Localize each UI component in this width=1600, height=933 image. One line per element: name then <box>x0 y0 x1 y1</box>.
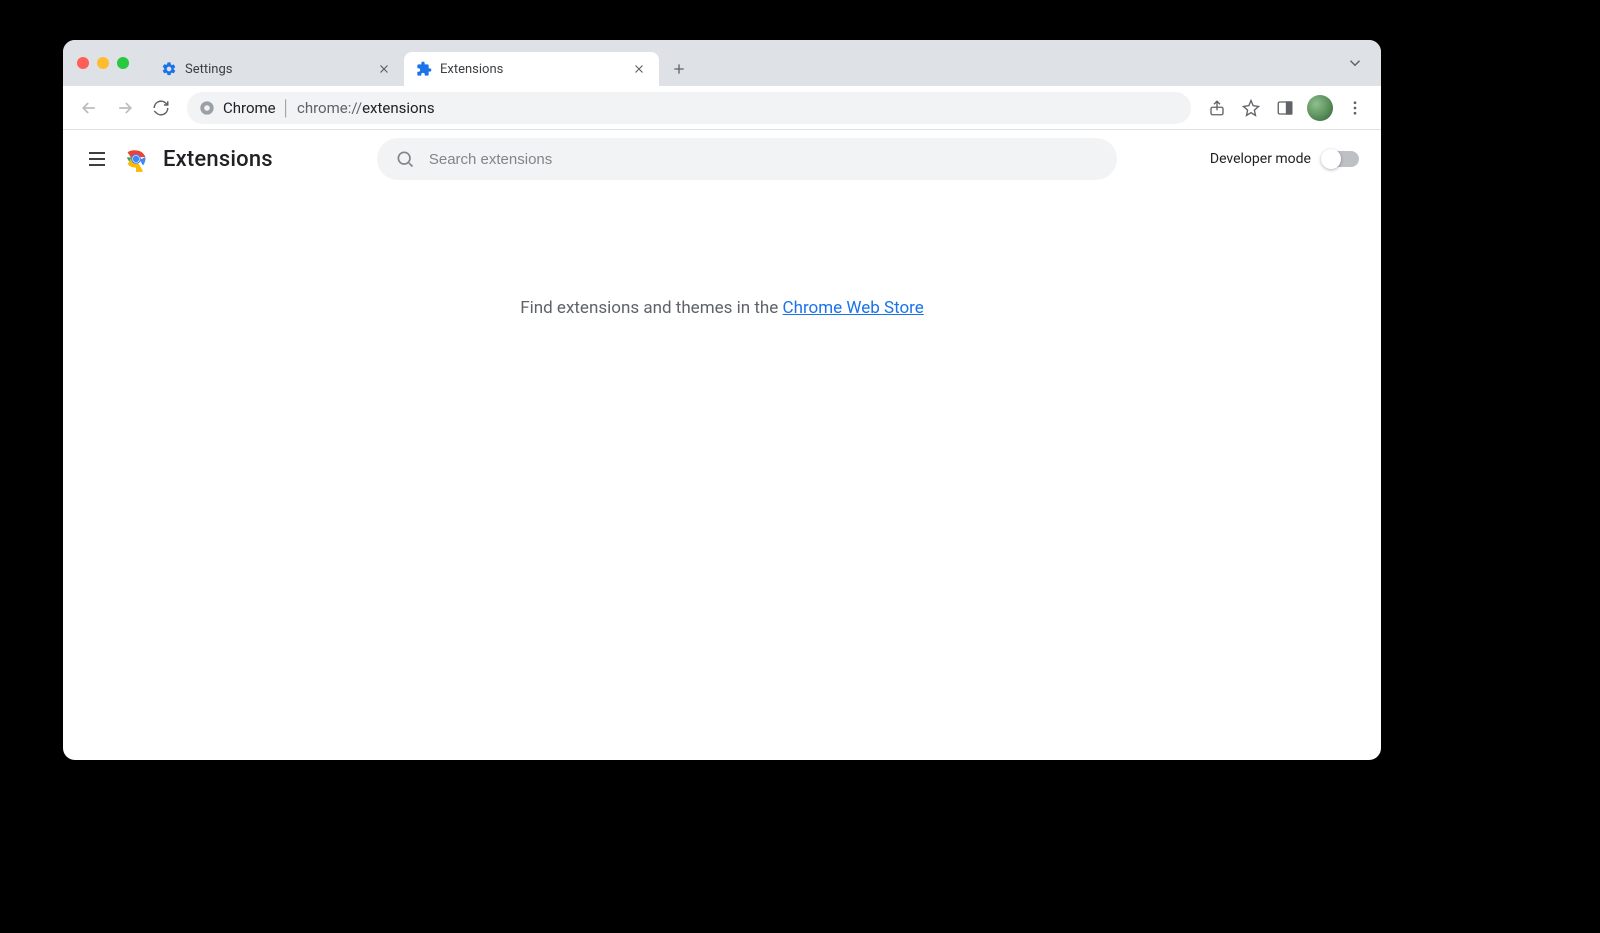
tab-extensions[interactable]: Extensions <box>404 52 659 86</box>
chrome-web-store-link[interactable]: Chrome Web Store <box>783 298 924 318</box>
browser-window: Settings Extensions <box>63 40 1381 760</box>
tabs-dropdown-button[interactable] <box>1341 49 1369 77</box>
menu-icon[interactable] <box>85 147 109 171</box>
menu-button[interactable] <box>1339 92 1371 124</box>
back-button[interactable] <box>73 92 105 124</box>
url-display: Chrome │ chrome://extensions <box>223 99 435 117</box>
chrome-site-icon <box>199 100 215 116</box>
page-header: Extensions Developer mode <box>63 130 1381 188</box>
close-tab-button[interactable] <box>631 61 647 77</box>
search-icon <box>395 149 415 169</box>
tab-label: Settings <box>185 62 368 77</box>
extensions-search[interactable] <box>377 138 1117 180</box>
new-tab-button[interactable] <box>665 55 693 83</box>
url-origin: Chrome <box>223 99 276 117</box>
sidepanel-button[interactable] <box>1269 92 1301 124</box>
toolbar: Chrome │ chrome://extensions <box>63 86 1381 130</box>
search-input[interactable] <box>429 151 1099 168</box>
tab-label: Extensions <box>440 62 623 77</box>
address-bar[interactable]: Chrome │ chrome://extensions <box>187 92 1191 124</box>
tab-settings[interactable]: Settings <box>149 52 404 86</box>
forward-button[interactable] <box>109 92 141 124</box>
bookmark-button[interactable] <box>1235 92 1267 124</box>
reload-button[interactable] <box>145 92 177 124</box>
developer-mode-toggle[interactable] <box>1323 151 1359 167</box>
window-controls <box>77 40 149 86</box>
toolbar-actions <box>1201 92 1371 124</box>
page-content: Find extensions and themes in the Chrome… <box>63 188 1381 318</box>
gear-icon <box>161 61 177 77</box>
profile-avatar[interactable] <box>1307 95 1333 121</box>
page-title: Extensions <box>163 147 273 172</box>
extension-icon <box>416 61 432 77</box>
empty-state-message: Find extensions and themes in the Chrome… <box>63 298 1381 318</box>
close-tab-button[interactable] <box>376 61 392 77</box>
url-protocol: chrome:// <box>297 99 362 117</box>
share-button[interactable] <box>1201 92 1233 124</box>
tab-strip: Settings Extensions <box>63 40 1381 86</box>
window-zoom-button[interactable] <box>117 57 129 69</box>
url-path: extensions <box>362 99 435 117</box>
window-minimize-button[interactable] <box>97 57 109 69</box>
developer-mode-label: Developer mode <box>1210 151 1311 167</box>
developer-mode-row: Developer mode <box>1210 151 1359 167</box>
window-close-button[interactable] <box>77 57 89 69</box>
url-separator: │ <box>282 99 291 117</box>
chrome-logo-icon <box>123 146 149 172</box>
empty-state-prefix: Find extensions and themes in the <box>520 298 782 318</box>
